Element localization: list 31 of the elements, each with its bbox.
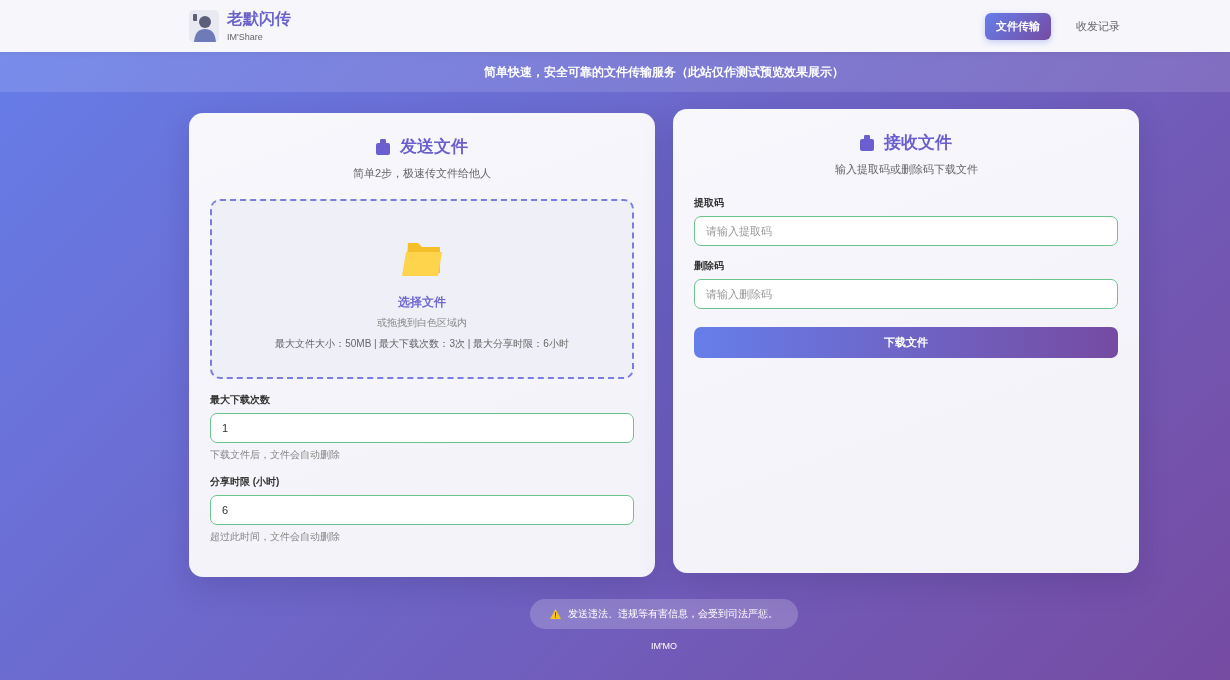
panel-subtitle: 输入提取码或删除码下载文件	[834, 162, 978, 176]
field-hint: 超过此时间，文件会自动删除	[210, 531, 340, 542]
logo-icon	[189, 10, 219, 42]
bag-icon	[376, 139, 390, 155]
banner-text: 简单快速，安全可靠的文件传输服务（此站仅作测试预览效果展示）	[484, 63, 844, 81]
warning-icon	[550, 609, 561, 619]
input-field[interactable]: 请输入删除码	[694, 279, 1118, 309]
field-label: 提取码	[694, 197, 724, 209]
footer-text: IM'MO	[650, 641, 678, 652]
brand-title: 老默闪传	[227, 9, 291, 29]
folder-icon	[402, 243, 442, 276]
notice-text: 发送违法、违规等有害信息，会受到司法严惩。	[568, 607, 778, 621]
nav-tab[interactable]: 文件传输	[985, 12, 1051, 40]
panel-title: 接收文件	[884, 134, 952, 152]
panel-subtitle: 简单2步，极速传文件给他人	[352, 166, 492, 180]
drop-hint: 或拖拽到白色区域内	[377, 317, 467, 329]
drop-zone[interactable]: 选择文件 或拖拽到白色区域内 最大文件大小：50MB | 最大下载次数：3次 | 最大分享时限：6小时	[210, 199, 634, 379]
nav-tab[interactable]: 收发记录	[1065, 12, 1131, 40]
limits-text: 最大文件大小：50MB | 最大下载次数：3次 | 最大分享时限：6小时	[275, 338, 569, 349]
panel-title: 发送文件	[400, 138, 468, 156]
download-button[interactable]: 下载文件	[694, 327, 1118, 358]
field-label: 删除码	[694, 260, 724, 272]
bag-icon	[860, 135, 874, 151]
field-label: 最大下载次数	[210, 394, 270, 406]
brand-subtitle: IM'Share	[227, 32, 264, 43]
input-field[interactable]: 1	[210, 413, 634, 443]
input-field[interactable]: 6	[210, 495, 634, 525]
field-hint: 下载文件后，文件会自动删除	[210, 449, 340, 460]
input-field[interactable]: 请输入提取码	[694, 216, 1118, 246]
field-label: 分享时限 (小时)	[210, 476, 280, 488]
choose-file-link[interactable]: 选择文件	[398, 295, 446, 309]
